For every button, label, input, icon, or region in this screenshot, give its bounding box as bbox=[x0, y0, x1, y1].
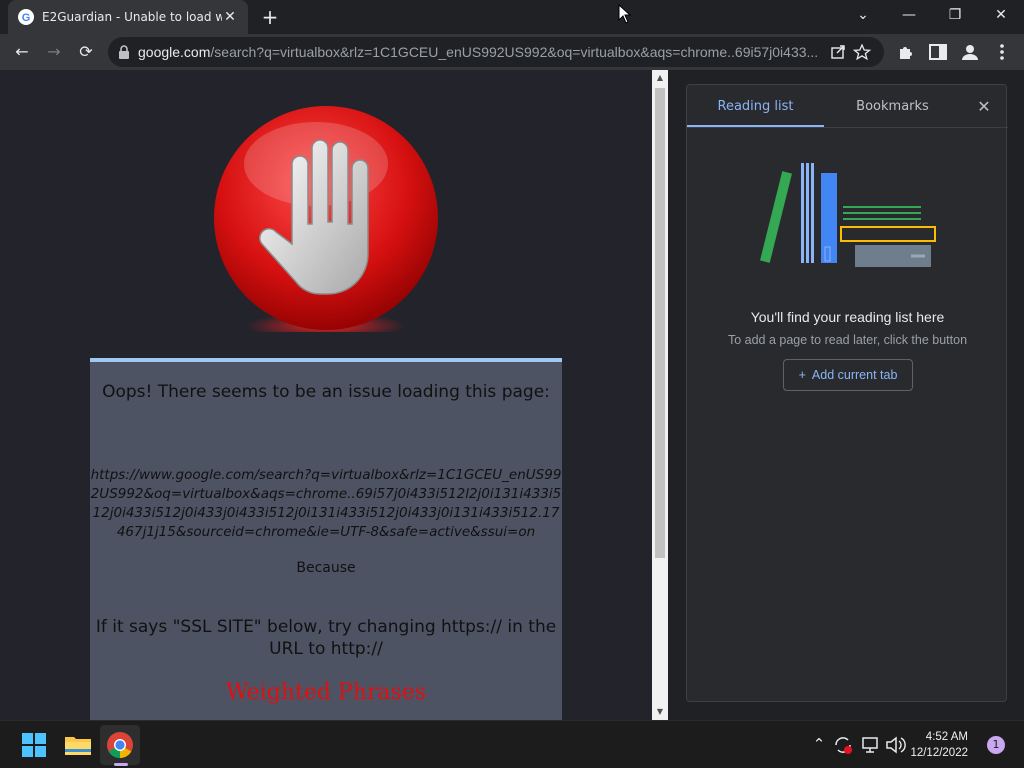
page-scrollbar[interactable]: ▲ ▼ bbox=[652, 70, 668, 720]
error-box: Oops! There seems to be an issue loading… bbox=[90, 358, 562, 720]
clock-time: 4:52 AM bbox=[925, 731, 968, 743]
google-favicon-icon: G bbox=[18, 9, 34, 25]
address-domain: google.com bbox=[138, 44, 211, 60]
tab-strip: G E2Guardian - Unable to load web ✕ + ⌄ … bbox=[0, 0, 1024, 34]
books-illustration-icon bbox=[760, 163, 936, 267]
taskbar-clock[interactable]: 4:52 AM 12/12/2022 bbox=[906, 729, 968, 761]
clock-date: 12/12/2022 bbox=[910, 747, 968, 759]
lock-icon[interactable] bbox=[118, 45, 130, 59]
address-path: /search?q=virtualbox&rlz=1C1GCEU_enUS992… bbox=[210, 44, 819, 60]
tray-chevron-icon[interactable]: ⌃ bbox=[808, 735, 830, 753]
address-bar[interactable]: google.com/search?q=virtualbox&rlz=1C1GC… bbox=[108, 37, 884, 67]
close-window-button[interactable]: ✕ bbox=[986, 4, 1016, 26]
browser-tab[interactable]: G E2Guardian - Unable to load web ✕ bbox=[8, 0, 248, 34]
sync-alert-icon[interactable] bbox=[832, 735, 854, 755]
plus-icon: + bbox=[798, 368, 806, 382]
menu-dots-icon[interactable] bbox=[990, 40, 1014, 64]
side-panel-icon[interactable] bbox=[926, 40, 950, 64]
block-reason: Weighted Phrases bbox=[225, 680, 427, 705]
scrollbar-thumb[interactable] bbox=[655, 88, 665, 558]
network-icon[interactable] bbox=[860, 735, 882, 755]
tab-close-icon[interactable]: ✕ bbox=[222, 9, 238, 25]
side-panel: Reading list Bookmarks ✕ You'll find you… bbox=[686, 84, 1008, 702]
notification-badge[interactable]: 1 bbox=[987, 736, 1005, 754]
tab-search-button[interactable]: ⌄ bbox=[848, 4, 878, 26]
back-button[interactable]: ← bbox=[10, 40, 34, 64]
reading-list-heading: You'll find your reading list here bbox=[750, 309, 945, 325]
chrome-icon[interactable] bbox=[104, 729, 136, 761]
forward-button[interactable]: → bbox=[42, 40, 66, 64]
scroll-up-icon[interactable]: ▲ bbox=[652, 70, 668, 86]
stop-hand-icon bbox=[214, 106, 438, 332]
volume-icon[interactable] bbox=[884, 735, 906, 755]
minimize-button[interactable]: — bbox=[894, 4, 924, 26]
panel-divider bbox=[687, 127, 1008, 128]
file-explorer-icon[interactable] bbox=[62, 729, 94, 761]
windows-start-icon[interactable] bbox=[18, 729, 50, 761]
tab-bookmarks[interactable]: Bookmarks bbox=[824, 85, 961, 127]
restore-button[interactable]: ❐ bbox=[940, 4, 970, 26]
share-icon[interactable] bbox=[826, 44, 850, 60]
reading-list-subtext: To add a page to read later, click the b… bbox=[727, 333, 968, 347]
add-current-tab-label: Add current tab bbox=[811, 368, 898, 382]
because-label: Because bbox=[296, 560, 356, 576]
profile-icon[interactable] bbox=[958, 40, 982, 64]
taskbar: ⌃ 4:52 AM 12/12/2022 1 bbox=[0, 720, 1024, 768]
ssl-hint: If it says "SSL SITE" below, try changin… bbox=[95, 617, 557, 659]
browser-toolbar: ← → ⟳ google.com/search?q=virtualbox&rlz… bbox=[0, 34, 1024, 70]
new-tab-button[interactable]: + bbox=[258, 6, 282, 28]
error-heading: Oops! There seems to be an issue loading… bbox=[102, 382, 550, 402]
blocked-url: https://www.google.com/search?q=virtualb… bbox=[90, 467, 562, 540]
mouse-cursor-icon bbox=[618, 4, 632, 24]
add-current-tab-button[interactable]: + Add current tab bbox=[783, 359, 913, 391]
tab-reading-list[interactable]: Reading list bbox=[687, 85, 824, 127]
reload-button[interactable]: ⟳ bbox=[74, 40, 98, 64]
tab-title: E2Guardian - Unable to load web bbox=[42, 10, 222, 24]
page-content: Oops! There seems to be an issue loading… bbox=[0, 70, 652, 720]
active-app-indicator bbox=[114, 763, 128, 766]
extensions-icon[interactable] bbox=[894, 40, 918, 64]
bookmark-star-icon[interactable] bbox=[850, 44, 874, 60]
svg-text:G: G bbox=[22, 12, 31, 24]
address-url: google.com/search?q=virtualbox&rlz=1C1GC… bbox=[138, 44, 826, 60]
close-icon[interactable]: ✕ bbox=[974, 97, 994, 117]
scroll-down-icon[interactable]: ▼ bbox=[652, 704, 668, 720]
